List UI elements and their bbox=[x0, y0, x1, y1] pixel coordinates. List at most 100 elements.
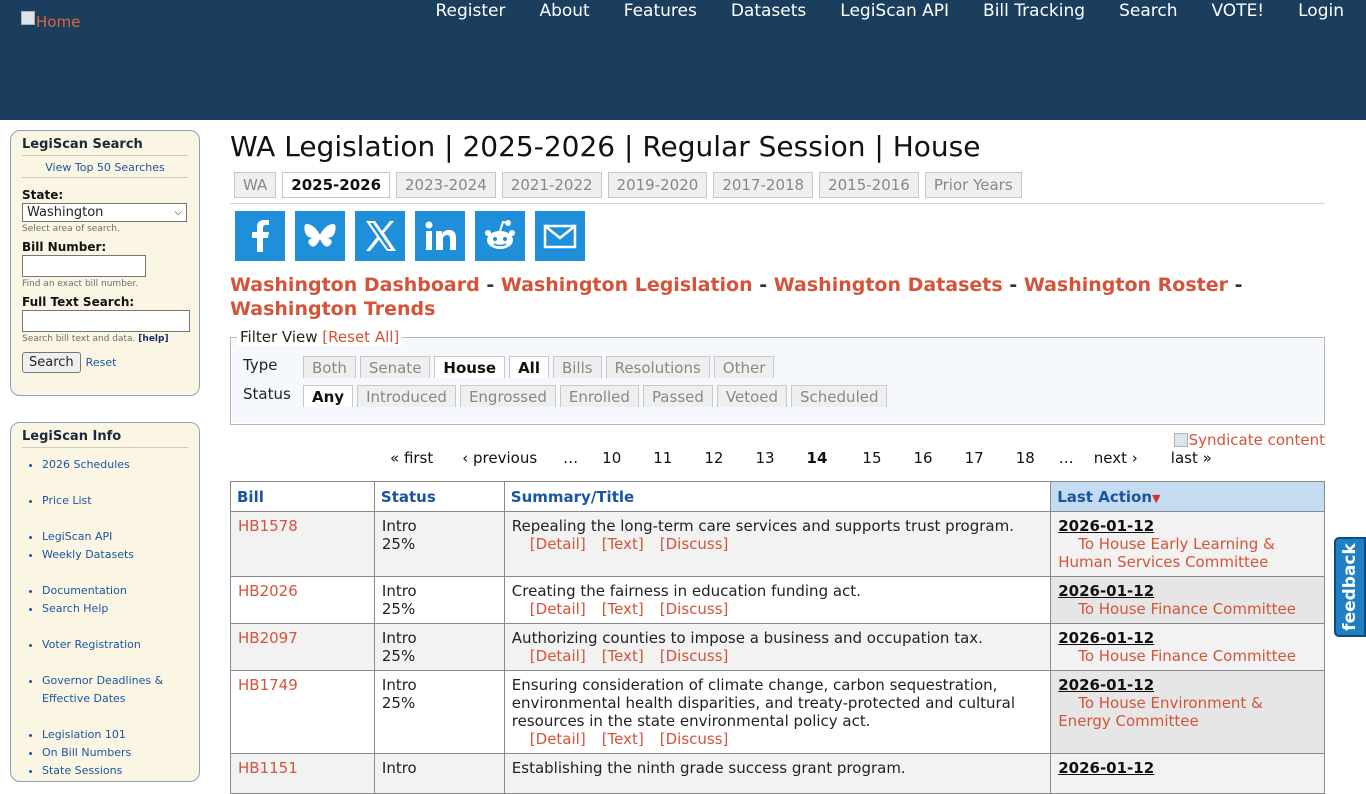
info-link[interactable]: 2026 Schedules bbox=[42, 456, 188, 474]
facebook-icon[interactable] bbox=[235, 211, 285, 261]
pager-page[interactable]: 15 bbox=[862, 449, 881, 467]
help-link[interactable]: help bbox=[142, 334, 164, 344]
info-link[interactable]: Documentation bbox=[42, 582, 188, 600]
washington-dashboard-link[interactable]: Washington Dashboard bbox=[230, 274, 480, 296]
bill-column-header[interactable]: Bill bbox=[230, 481, 375, 512]
type-all[interactable]: All bbox=[509, 356, 549, 378]
syndicate-content-link[interactable]: Syndicate content bbox=[1173, 431, 1325, 449]
washington-trends-link[interactable]: Washington Trends bbox=[230, 298, 435, 320]
washington-roster-link[interactable]: Washington Roster bbox=[1024, 274, 1228, 296]
pager-page[interactable]: 10 bbox=[602, 449, 621, 467]
reset-all-link[interactable]: [Reset All] bbox=[322, 328, 399, 346]
text-link[interactable]: [Text] bbox=[602, 600, 644, 618]
bill-number-link[interactable]: HB1151 bbox=[238, 759, 298, 777]
bill-number-link[interactable]: HB1749 bbox=[238, 676, 298, 694]
washington-legislation-link[interactable]: Washington Legislation bbox=[501, 274, 753, 296]
type-bills[interactable]: Bills bbox=[552, 356, 602, 378]
pager-last[interactable]: last » bbox=[1171, 449, 1212, 467]
last-action-date: 2026-01-12 bbox=[1058, 759, 1155, 777]
tab-2019-2020[interactable]: 2019-2020 bbox=[607, 172, 708, 198]
discuss-link[interactable]: [Discuss] bbox=[660, 600, 729, 618]
bill-title: Ensuring consideration of climate change… bbox=[511, 676, 1016, 730]
status-introduced[interactable]: Introduced bbox=[357, 385, 456, 407]
top-50-searches-link[interactable]: View Top 50 Searches bbox=[22, 156, 188, 178]
home-logo-link[interactable]: Home bbox=[21, 11, 80, 31]
status-scheduled[interactable]: Scheduled bbox=[791, 385, 888, 407]
tab-2021-2022[interactable]: 2021-2022 bbox=[501, 172, 602, 198]
detail-link[interactable]: [Detail] bbox=[530, 730, 586, 748]
info-link[interactable]: Legislation 101 bbox=[42, 726, 188, 744]
type-other[interactable]: Other bbox=[713, 356, 775, 378]
reset-link[interactable]: Reset bbox=[86, 356, 117, 369]
linkedin-icon[interactable] bbox=[415, 211, 465, 261]
status-engrossed[interactable]: Engrossed bbox=[459, 385, 556, 407]
pager-page[interactable]: 17 bbox=[965, 449, 984, 467]
full-text-input[interactable] bbox=[22, 310, 190, 332]
pager-next[interactable]: next › bbox=[1094, 449, 1138, 467]
status-any[interactable]: Any bbox=[303, 385, 354, 407]
x-icon[interactable] bbox=[355, 211, 405, 261]
text-link[interactable]: [Text] bbox=[602, 730, 644, 748]
feedback-tab[interactable]: feedback bbox=[1334, 537, 1366, 637]
detail-link[interactable]: [Detail] bbox=[530, 647, 586, 665]
nav-vote[interactable]: VOTE! bbox=[1211, 1, 1264, 21]
info-link[interactable]: Voter Registration bbox=[42, 636, 188, 654]
info-link[interactable]: State Sessions bbox=[42, 762, 188, 780]
info-link[interactable]: Search Help bbox=[42, 600, 188, 618]
bill-number-link[interactable]: HB2026 bbox=[238, 582, 298, 600]
tab-wa[interactable]: WA bbox=[234, 172, 277, 198]
tab-2015-2016[interactable]: 2015-2016 bbox=[819, 172, 919, 198]
state-select[interactable]: Washington ⌵ bbox=[22, 203, 187, 222]
tab-2023-2024[interactable]: 2023-2024 bbox=[396, 172, 496, 198]
info-link[interactable]: Governor Deadlines & Effective Dates bbox=[42, 672, 188, 708]
tab-2017-2018[interactable]: 2017-2018 bbox=[713, 172, 814, 198]
nav-datasets[interactable]: Datasets bbox=[731, 1, 806, 21]
nav-features[interactable]: Features bbox=[624, 1, 697, 21]
search-button[interactable]: Search bbox=[22, 352, 81, 373]
type-resolutions[interactable]: Resolutions bbox=[605, 356, 710, 378]
text-link[interactable]: [Text] bbox=[602, 647, 644, 665]
nav-register[interactable]: Register bbox=[435, 1, 505, 21]
tab-prior-years[interactable]: Prior Years bbox=[924, 172, 1022, 198]
info-link[interactable]: Price List bbox=[42, 492, 188, 510]
pager-page[interactable]: 12 bbox=[704, 449, 723, 467]
status-column-header[interactable]: Status bbox=[373, 481, 505, 512]
pager-first[interactable]: « first bbox=[390, 449, 433, 467]
pager-previous[interactable]: ‹ previous bbox=[462, 449, 537, 467]
info-link[interactable]: On Bill Numbers bbox=[42, 744, 188, 762]
bill-number-input[interactable] bbox=[22, 255, 146, 277]
bill-number-link[interactable]: HB1578 bbox=[238, 517, 298, 535]
pager-page[interactable]: 16 bbox=[914, 449, 933, 467]
bill-number-link[interactable]: HB2097 bbox=[238, 629, 298, 647]
last-action-column-header[interactable]: Last Action▼ bbox=[1050, 481, 1325, 512]
status-enrolled[interactable]: Enrolled bbox=[559, 385, 639, 407]
pager-page[interactable]: 11 bbox=[653, 449, 672, 467]
table-row: HB2097 Intro 25% Authorizing counties to … bbox=[230, 623, 1325, 671]
status-vetoed[interactable]: Vetoed bbox=[716, 385, 788, 407]
discuss-link[interactable]: [Discuss] bbox=[660, 535, 729, 553]
info-link[interactable]: LegiScan API bbox=[42, 528, 188, 546]
bluesky-icon[interactable] bbox=[295, 211, 345, 261]
discuss-link[interactable]: [Discuss] bbox=[660, 730, 729, 748]
reddit-icon[interactable] bbox=[475, 211, 525, 261]
type-house[interactable]: House bbox=[434, 356, 506, 378]
summary-column-header[interactable]: Summary/Title bbox=[503, 481, 1052, 512]
washington-datasets-link[interactable]: Washington Datasets bbox=[774, 274, 1003, 296]
pager-page[interactable]: 18 bbox=[1016, 449, 1035, 467]
nav-login[interactable]: Login bbox=[1298, 1, 1344, 21]
type-both[interactable]: Both bbox=[303, 356, 356, 378]
detail-link[interactable]: [Detail] bbox=[530, 535, 586, 553]
tab-2025-2026[interactable]: 2025-2026 bbox=[282, 172, 391, 198]
text-link[interactable]: [Text] bbox=[602, 535, 644, 553]
nav-search[interactable]: Search bbox=[1119, 1, 1177, 21]
email-icon[interactable] bbox=[535, 211, 585, 261]
status-passed[interactable]: Passed bbox=[642, 385, 713, 407]
nav-about[interactable]: About bbox=[539, 1, 589, 21]
detail-link[interactable]: [Detail] bbox=[530, 600, 586, 618]
pager-page[interactable]: 13 bbox=[755, 449, 774, 467]
discuss-link[interactable]: [Discuss] bbox=[660, 647, 729, 665]
nav-bill-tracking[interactable]: Bill Tracking bbox=[983, 1, 1085, 21]
type-senate[interactable]: Senate bbox=[359, 356, 431, 378]
info-link[interactable]: Weekly Datasets bbox=[42, 546, 188, 564]
nav-legiscan-api[interactable]: LegiScan API bbox=[840, 1, 949, 21]
